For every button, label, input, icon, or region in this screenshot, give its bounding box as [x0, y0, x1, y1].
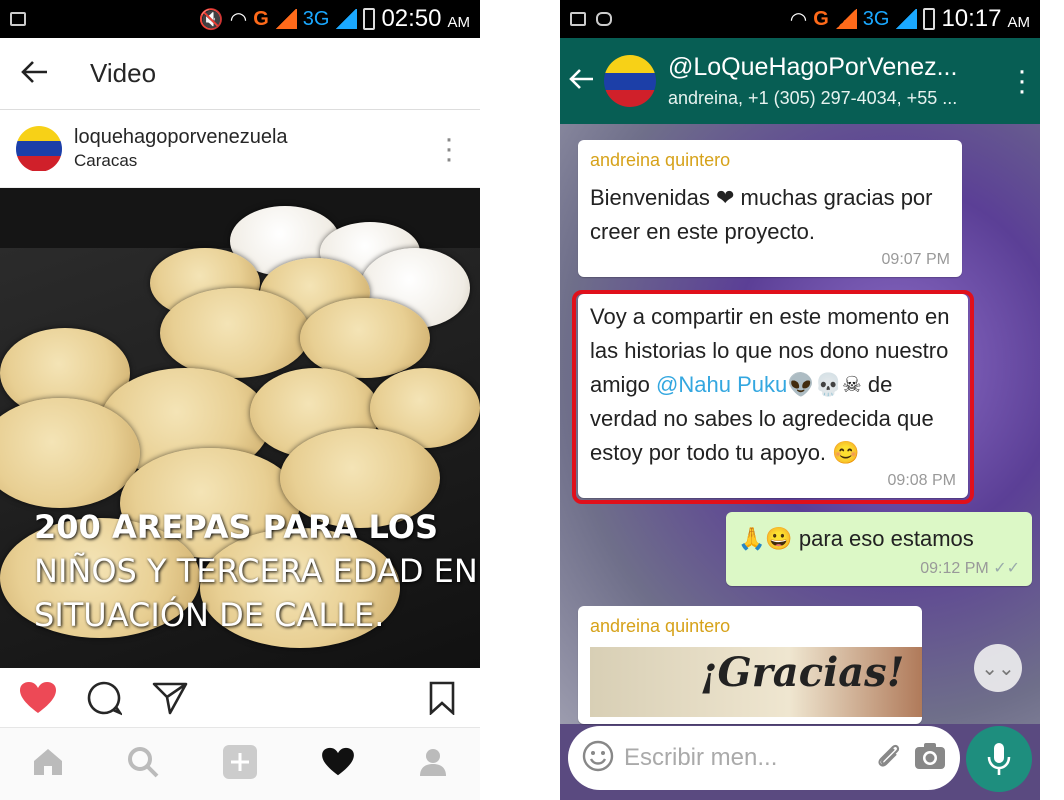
top-bar: Video [0, 38, 480, 110]
heart-icon[interactable] [18, 678, 58, 718]
microphone-button[interactable] [966, 726, 1032, 792]
clock-ampm: AM [1007, 13, 1031, 31]
more-options-icon[interactable]: · · · [1004, 56, 1040, 106]
bottom-nav [0, 728, 480, 800]
signal-icon [335, 9, 358, 29]
message-text: Bienvenidas ❤ muchas gracias por creer e… [590, 185, 933, 244]
read-receipt-icon: ✓✓ [993, 560, 1020, 577]
signal-icon [834, 9, 857, 29]
post-header: loquehagoporvenezuela Caracas · · · [0, 110, 480, 188]
double-chevron-down-icon: ⌄⌄ [981, 657, 1015, 680]
clock: 02:50 [381, 5, 442, 32]
signal-icon [895, 9, 918, 29]
message-text: 🙏😀 para eso estamos [738, 526, 974, 551]
battery-icon [363, 8, 376, 30]
scroll-down-button[interactable]: ⌄⌄ [974, 644, 1022, 692]
activity-icon[interactable] [321, 747, 355, 782]
signal-icon [274, 9, 297, 29]
instagram-screen: 🔇 ◠ G 3G 02:50 AM Video loquehagoporvene… [0, 0, 480, 800]
wifi-icon: ◠ [229, 8, 248, 31]
search-icon[interactable] [127, 746, 159, 783]
message-bubble[interactable]: andreina quintero Bienvenidas ❤ muchas g… [578, 140, 962, 277]
post-actions [0, 668, 480, 728]
message-bubble[interactable]: Voy a compartir en este momento en las h… [578, 294, 968, 498]
instagram-notification-icon [596, 12, 612, 26]
add-icon[interactable] [222, 744, 258, 785]
video-frame-shape [300, 298, 430, 378]
network-g-label: G [253, 7, 269, 30]
share-icon[interactable] [150, 678, 190, 718]
message-image[interactable]: ¡Gracias! [590, 647, 922, 717]
battery-icon [923, 8, 936, 30]
message-time: 09:08 PM [887, 472, 956, 489]
image-text: ¡Gracias! [700, 649, 905, 696]
video-frame-shape [160, 288, 310, 378]
caption-line: NIÑOS Y TERCERA EDAD EN [34, 552, 478, 590]
image-notification-icon [570, 12, 586, 26]
camera-icon[interactable] [914, 742, 946, 775]
post-video[interactable]: 200 AREPAS PARA LOS NIÑOS Y TERCERA EDAD… [0, 188, 480, 668]
image-notification-icon [10, 12, 26, 26]
mention-link[interactable]: @Nahu Puku [656, 372, 787, 397]
group-avatar[interactable] [604, 55, 656, 107]
comment-icon[interactable] [84, 678, 124, 718]
message-sender: andreina quintero [590, 616, 731, 636]
post-username[interactable]: loquehagoporvenezuela [74, 126, 434, 149]
message-text: Voy a compartir en este momento en las h… [590, 300, 956, 470]
message-input[interactable] [624, 744, 864, 772]
chat-info[interactable]: @LoQueHagoPorVenez... andreina, +1 (305)… [668, 53, 1004, 109]
chat-area: andreina quintero Bienvenidas ❤ muchas g… [560, 124, 1040, 724]
message-time: 09:07 PM [881, 251, 950, 268]
mute-icon: 🔇 [198, 8, 224, 31]
message-time-text: 09:12 PM [920, 560, 989, 577]
chat-header: @LoQueHagoPorVenez... andreina, +1 (305)… [560, 38, 1040, 124]
wifi-icon: ◠ [789, 8, 808, 31]
attach-icon[interactable] [874, 741, 904, 776]
back-arrow-icon[interactable] [560, 64, 604, 98]
profile-icon[interactable] [418, 747, 448, 782]
status-bar: 🔇 ◠ G 3G 02:50 AM [0, 0, 480, 38]
bookmark-icon[interactable] [422, 678, 462, 718]
post-location[interactable]: Caracas [74, 151, 434, 171]
back-arrow-icon[interactable] [0, 54, 70, 93]
caption-line: SITUACIÓN DE CALLE. [34, 596, 385, 634]
avatar[interactable] [16, 125, 62, 172]
emoji-icon[interactable] [582, 740, 614, 777]
message-sender: andreina quintero [590, 150, 731, 170]
caption-line: 200 AREPAS PARA LOS [34, 508, 438, 546]
clock-ampm: AM [447, 13, 471, 31]
chat-title: @LoQueHagoPorVenez... [668, 53, 958, 81]
whatsapp-screen: ◠ G 3G 10:17 AM @LoQueHagoPorVenez... an… [560, 0, 1040, 800]
network-3g-label: 3G [862, 7, 890, 30]
microphone-icon [987, 743, 1011, 775]
message-time: 09:12 PM ✓✓ [738, 558, 1020, 578]
video-caption: 200 AREPAS PARA LOS NIÑOS Y TERCERA EDAD… [34, 508, 478, 634]
outgoing-message-bubble[interactable]: 🙏😀 para eso estamos 09:12 PM ✓✓ [726, 512, 1032, 586]
more-options-icon[interactable]: · · · [434, 123, 464, 173]
page-title: Video [90, 58, 157, 88]
network-3g-label: 3G [302, 7, 330, 30]
status-bar: ◠ G 3G 10:17 AM [560, 0, 1040, 38]
network-g-label: G [813, 7, 829, 30]
chat-participants: andreina, +1 (305) 297-4034, +55 ... [668, 88, 958, 108]
image-message-bubble[interactable]: andreina quintero ¡Gracias! [578, 606, 922, 724]
home-icon[interactable] [32, 747, 64, 782]
message-input-bar [568, 726, 960, 790]
clock: 10:17 [941, 5, 1002, 32]
post-user-info: loquehagoporvenezuela Caracas [74, 126, 434, 171]
